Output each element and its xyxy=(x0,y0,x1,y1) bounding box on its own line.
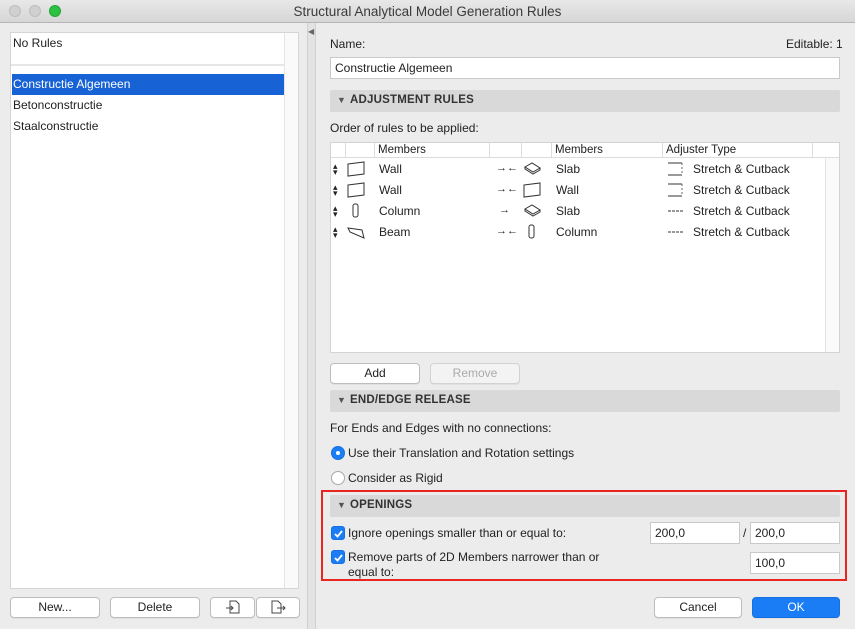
radio-rigid[interactable] xyxy=(331,471,345,485)
column-icon xyxy=(352,203,359,218)
collapse-arrow-icon[interactable]: ◀ xyxy=(308,27,314,36)
direction-arrow: →← xyxy=(496,225,518,237)
release-description: For Ends and Edges with no connections: xyxy=(330,421,552,435)
rules-list: No Rules Constructie Algemeen Betonconst… xyxy=(10,32,299,589)
member-2: Wall xyxy=(556,183,579,197)
annotation-highlight-box xyxy=(321,490,847,581)
import-icon xyxy=(225,600,239,614)
list-scrollbar[interactable] xyxy=(284,33,298,588)
disclosure-triangle-icon: ▼ xyxy=(337,395,346,405)
slab-icon xyxy=(524,204,541,217)
name-label: Name: xyxy=(330,37,366,51)
wall-icon xyxy=(523,182,541,198)
adjuster-type: Stretch & Cutback xyxy=(693,162,790,176)
member-1: Column xyxy=(379,204,421,218)
radio-label-translation-rotation[interactable]: Use their Translation and Rotation setti… xyxy=(348,446,574,460)
window-title: Structural Analytical Model Generation R… xyxy=(293,4,562,19)
list-item-rule[interactable]: Constructie Algemeen xyxy=(12,74,286,95)
member-1: Wall xyxy=(379,183,402,197)
adjuster-type: Stretch & Cutback xyxy=(693,225,790,239)
section-title: END/EDGE RELEASE xyxy=(350,394,471,406)
table-scrollbar[interactable] xyxy=(825,158,839,352)
order-label: Order of rules to be applied: xyxy=(330,121,479,135)
beam-icon xyxy=(347,227,365,239)
column-separator xyxy=(489,143,490,157)
cancel-button[interactable]: Cancel xyxy=(654,597,742,618)
ok-button[interactable]: OK xyxy=(752,597,840,618)
list-item-rule[interactable]: Staalconstructie xyxy=(12,116,286,137)
member-1: Wall xyxy=(379,162,402,176)
column-header-adjuster-type[interactable]: Adjuster Type xyxy=(666,144,736,156)
member-2: Column xyxy=(556,225,598,239)
editable-count: Editable: 1 xyxy=(786,37,843,51)
add-rule-button[interactable]: Add xyxy=(330,363,420,384)
member-1: Beam xyxy=(379,225,411,239)
export-button[interactable] xyxy=(256,597,300,618)
column-separator xyxy=(551,143,552,157)
slab-icon xyxy=(524,162,541,175)
column-separator xyxy=(374,143,375,157)
table-row[interactable]: ▴ ▾ Column → Slab Stretch & Cutback xyxy=(331,201,825,222)
adjuster-type: Stretch & Cutback xyxy=(693,183,790,197)
direction-arrow: →← xyxy=(496,183,518,195)
reorder-handle-icon[interactable]: ▴ ▾ xyxy=(333,225,338,240)
direction-arrow: → xyxy=(499,204,510,216)
section-title: ADJUSTMENT RULES xyxy=(350,94,474,106)
stretch-cutback-icon xyxy=(668,162,683,176)
title-bar: Structural Analytical Model Generation R… xyxy=(0,0,855,23)
table-row[interactable]: ▴ ▾ Beam →← Column Stretch & Cutback xyxy=(331,222,825,243)
direction-arrow: →← xyxy=(496,162,518,174)
remove-rule-button[interactable]: Remove xyxy=(430,363,520,384)
table-row[interactable]: ▴ ▾ Wall →← Slab Stretch & Cutback xyxy=(331,159,825,180)
column-separator xyxy=(345,143,346,157)
section-adjustment-rules[interactable]: ▼ ADJUSTMENT RULES xyxy=(330,90,840,112)
radio-label-rigid[interactable]: Consider as Rigid xyxy=(348,471,443,485)
reorder-handle-icon[interactable]: ▴ ▾ xyxy=(333,183,338,198)
wall-icon xyxy=(347,161,365,177)
new-button[interactable]: New... xyxy=(10,597,100,618)
table-header: Members Members Adjuster Type xyxy=(331,143,839,158)
column-separator xyxy=(521,143,522,157)
wall-icon xyxy=(347,182,365,198)
section-end-edge-release[interactable]: ▼ END/EDGE RELEASE xyxy=(330,390,840,412)
member-2: Slab xyxy=(556,204,581,218)
list-separator xyxy=(11,64,285,66)
delete-button[interactable]: Delete xyxy=(110,597,200,618)
rules-table: Members Members Adjuster Type ▴ ▾ Wall →←… xyxy=(330,142,840,353)
column-header-members[interactable]: Members xyxy=(378,144,426,156)
column-separator xyxy=(812,143,813,157)
line-adjuster-icon xyxy=(668,210,684,212)
disclosure-triangle-icon: ▼ xyxy=(337,95,346,105)
radio-translation-rotation[interactable] xyxy=(331,446,345,460)
panel-splitter[interactable]: ◀ xyxy=(307,23,316,629)
stretch-cutback-icon xyxy=(668,183,683,197)
column-icon xyxy=(528,224,535,239)
member-2: Slab xyxy=(556,162,581,176)
dialog-window: Structural Analytical Model Generation R… xyxy=(0,0,855,629)
table-row[interactable]: ▴ ▾ Wall →← Wall Stretch & Cutback xyxy=(331,180,825,201)
column-header-members[interactable]: Members xyxy=(555,144,603,156)
list-item-no-rules[interactable]: No Rules xyxy=(12,33,286,54)
import-button[interactable] xyxy=(210,597,255,618)
list-item-rule[interactable]: Betonconstructie xyxy=(12,95,286,116)
export-icon xyxy=(271,600,286,614)
adjuster-type: Stretch & Cutback xyxy=(693,204,790,218)
name-field[interactable]: Constructie Algemeen xyxy=(330,57,840,79)
column-separator xyxy=(662,143,663,157)
reorder-handle-icon[interactable]: ▴ ▾ xyxy=(333,162,338,177)
line-adjuster-icon xyxy=(668,231,684,233)
reorder-handle-icon[interactable]: ▴ ▾ xyxy=(333,204,338,219)
